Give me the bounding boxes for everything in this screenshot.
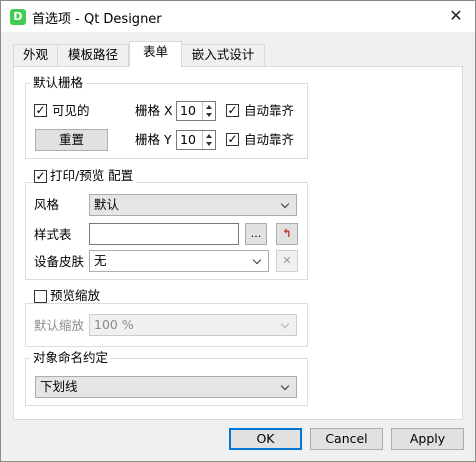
naming-convention-group-title: 对象命名约定	[30, 351, 112, 365]
tab-appearance[interactable]: 外观	[13, 44, 58, 66]
chevron-down-icon	[252, 255, 262, 265]
stylesheet-input[interactable]	[89, 223, 239, 245]
naming-convention-value: 下划线	[40, 379, 78, 394]
grid-x-value: 10	[180, 103, 196, 118]
grid-visible-label: 可见的	[52, 103, 90, 118]
tab-template-paths[interactable]: 模板路径	[57, 44, 129, 66]
forms-tab-panel: 默认栅格 ✓ 可见的 重置 栅格 X 10 ✓ 自动靠齐 栅格 Y 10 ✓ 自…	[13, 66, 463, 420]
reset-stylesheet-icon[interactable]: ↰	[276, 223, 298, 245]
default-zoom-combobox[interactable]: 100 %	[89, 314, 297, 336]
style-value: 默认	[94, 197, 120, 212]
apply-button[interactable]: Apply	[391, 428, 464, 450]
remove-skin-icon[interactable]: ✕	[276, 250, 298, 272]
spin-arrows-icon[interactable]	[202, 131, 215, 149]
snap-y-label: 自动靠齐	[244, 132, 295, 147]
device-skin-value: 无	[94, 253, 107, 268]
reset-grid-button[interactable]: 重置	[35, 129, 108, 151]
window-title: 首选项 - Qt Designer	[32, 12, 162, 27]
device-skin-combobox[interactable]: 无	[89, 250, 269, 272]
device-skin-label: 设备皮肤	[34, 254, 85, 269]
style-combobox[interactable]: 默认	[89, 194, 297, 216]
preview-zoom-group-title: 预览缩放	[47, 289, 104, 303]
naming-convention-combobox[interactable]: 下划线	[35, 376, 297, 398]
snap-x-label: 自动靠齐	[244, 103, 295, 118]
ok-button[interactable]: OK	[229, 428, 302, 450]
default-zoom-label: 默认缩放	[34, 318, 85, 333]
default-zoom-value: 100 %	[94, 317, 134, 332]
qt-designer-app-icon: D	[10, 9, 26, 25]
close-window-button[interactable]: ✕	[447, 7, 465, 25]
chevron-down-icon	[280, 319, 290, 329]
stylesheet-label: 样式表	[34, 227, 72, 242]
print-preview-group-title: 打印/预览 配置	[47, 169, 137, 183]
grid-x-spinbox[interactable]: 10	[176, 101, 216, 121]
default-grid-group-title: 默认栅格	[30, 76, 87, 90]
grid-x-label: 栅格 X	[135, 103, 173, 118]
print-preview-checkbox[interactable]: ✓	[34, 169, 47, 183]
tab-forms[interactable]: 表单	[129, 41, 182, 67]
tab-embedded-design[interactable]: 嵌入式设计	[181, 44, 265, 66]
grid-y-label: 栅格 Y	[135, 132, 172, 147]
grid-y-value: 10	[180, 132, 196, 147]
snap-y-checkbox[interactable]: ✓	[226, 132, 239, 146]
grid-visible-checkbox[interactable]: ✓	[34, 103, 47, 117]
chevron-down-icon	[280, 199, 290, 209]
snap-x-checkbox[interactable]: ✓	[226, 103, 239, 117]
browse-stylesheet-button[interactable]: ...	[245, 223, 267, 245]
spin-arrows-icon[interactable]	[202, 102, 215, 120]
cancel-button[interactable]: Cancel	[310, 428, 383, 450]
style-label: 风格	[34, 197, 60, 212]
title-bar: D 首选项 - Qt Designer ✕	[1, 1, 475, 32]
chevron-down-icon	[280, 381, 290, 391]
preferences-dialog: D 首选项 - Qt Designer ✕ 外观 模板路径 表单 嵌入式设计 默…	[0, 0, 476, 462]
grid-y-spinbox[interactable]: 10	[176, 130, 216, 150]
preview-zoom-checkbox[interactable]	[34, 290, 47, 303]
